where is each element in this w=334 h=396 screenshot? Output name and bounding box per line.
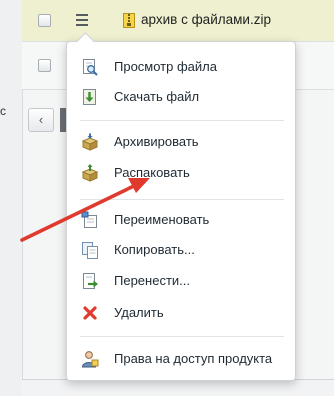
- menu-item-archive[interactable]: Архивировать: [67, 130, 295, 154]
- menu-item-label: Просмотр файла: [114, 59, 217, 74]
- menu-item-rename[interactable]: Переименовать: [67, 208, 295, 232]
- menu-item-download-file[interactable]: Скачать файл: [67, 85, 295, 109]
- menu-item-label: Права на доступ продукта: [114, 351, 273, 366]
- menu-separator: [80, 336, 284, 337]
- file-row-selected[interactable]: архив с файлами.zip: [22, 0, 334, 42]
- menu-item-delete[interactable]: Удалить: [67, 301, 295, 325]
- menu-item-label: Скачать файл: [114, 89, 200, 104]
- menu-item-access-rights[interactable]: Права на доступ продукта: [67, 347, 295, 371]
- menu-item-label: Распаковать: [114, 165, 190, 180]
- menu-item-label: Переименовать: [114, 212, 210, 227]
- menu-item-copy[interactable]: Копировать...: [67, 238, 295, 262]
- copy-icon: [82, 242, 98, 259]
- download-icon: [83, 89, 96, 105]
- menu-item-unpack[interactable]: Распаковать: [67, 161, 295, 185]
- row-checkbox[interactable]: [38, 59, 51, 72]
- menu-item-label: Архивировать: [114, 134, 199, 149]
- delete-icon: [83, 306, 97, 320]
- file-name[interactable]: архив с файлами.zip: [141, 12, 271, 27]
- view-file-icon: [83, 59, 98, 76]
- chevron-left-icon: ‹: [38, 112, 44, 127]
- move-icon: [83, 273, 98, 289]
- bottom-bar: [22, 379, 334, 396]
- pager-prev-button[interactable]: ‹: [28, 108, 54, 132]
- menu-item-label: Перенести...: [114, 273, 190, 288]
- file-manager-view: архив с файлами.zip с ‹ Просмотр файла С…: [0, 0, 334, 396]
- row-menu-button[interactable]: [74, 12, 92, 28]
- row-checkbox[interactable]: [38, 14, 51, 27]
- context-menu: Просмотр файла Скачать файл Архивировать: [66, 32, 296, 381]
- menu-item-move[interactable]: Перенести...: [67, 269, 295, 293]
- truncated-text: с: [0, 104, 6, 118]
- access-rights-icon: [81, 351, 99, 368]
- zip-file-icon: [123, 13, 135, 28]
- rename-icon: [81, 211, 97, 228]
- unpack-icon: [81, 164, 99, 182]
- archive-icon: [81, 133, 99, 151]
- menu-item-view-file[interactable]: Просмотр файла: [67, 55, 295, 79]
- menu-separator: [80, 120, 284, 121]
- menu-separator: [80, 199, 284, 200]
- menu-item-label: Удалить: [114, 305, 164, 320]
- menu-item-label: Копировать...: [114, 242, 195, 257]
